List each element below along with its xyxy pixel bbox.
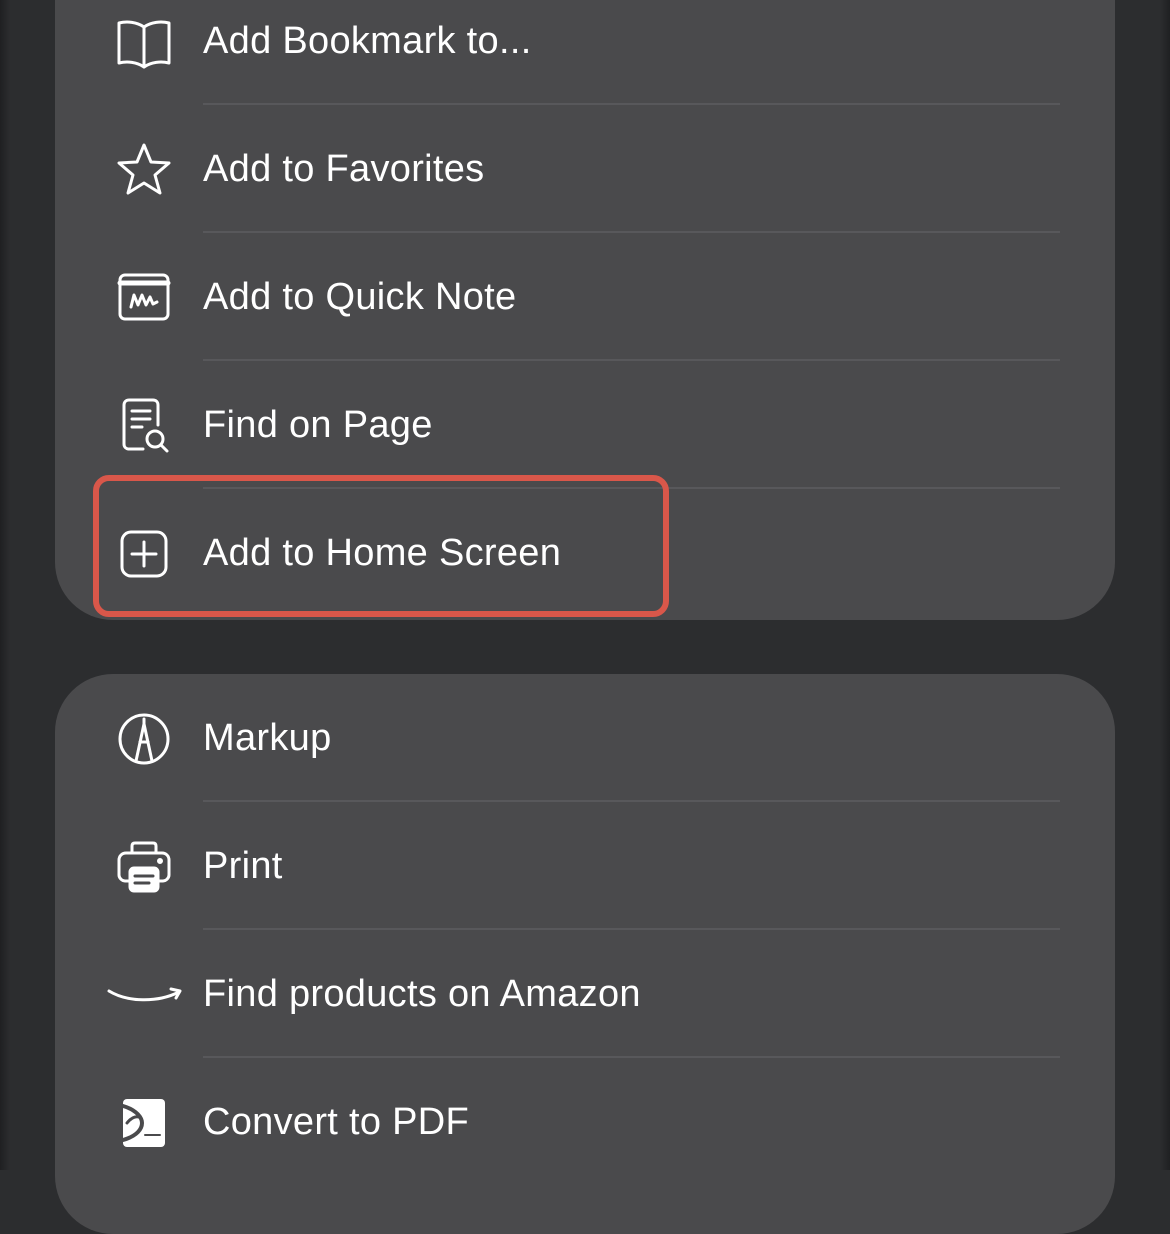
menu-item-label: Add Bookmark to... [203,20,532,62]
menu-item-add-to-favorites[interactable]: Add to Favorites [55,105,1115,233]
menu-item-markup[interactable]: Markup [55,674,1115,802]
menu-item-add-bookmark[interactable]: Add Bookmark to... [55,0,1115,105]
menu-item-add-to-home-screen[interactable]: Add to Home Screen [55,489,1115,617]
menu-item-label: Markup [203,717,332,759]
menu-item-label: Find products on Amazon [203,973,641,1015]
menu-item-convert-to-pdf[interactable]: Convert to PDF [55,1058,1115,1186]
menu-item-find-on-page[interactable]: Find on Page [55,361,1115,489]
share-actions-group-1: Add Bookmark to... Add to Favorites Add … [55,0,1115,620]
menu-item-label: Print [203,845,283,887]
amazon-smile-icon [107,966,182,1024]
quick-note-icon [115,269,173,327]
pdf-convert-icon [115,1094,173,1152]
markup-pen-icon [115,710,173,768]
add-square-icon [115,525,173,583]
menu-item-label: Add to Quick Note [203,276,517,318]
book-icon [115,13,173,71]
menu-item-label: Convert to PDF [203,1101,470,1143]
share-actions-group-2: Markup Print Find products on Amazon Con… [55,674,1115,1234]
menu-item-label: Find on Page [203,404,433,446]
menu-item-label: Add to Home Screen [203,532,562,574]
menu-item-print[interactable]: Print [55,802,1115,930]
menu-item-label: Add to Favorites [203,148,485,190]
background-edge-right [1160,0,1170,1170]
find-on-page-icon [115,397,173,455]
star-icon [115,141,173,199]
printer-icon [115,838,173,896]
background-edge-left [0,0,10,1170]
menu-item-find-products-on-amazon[interactable]: Find products on Amazon [55,930,1115,1058]
menu-item-add-to-quick-note[interactable]: Add to Quick Note [55,233,1115,361]
